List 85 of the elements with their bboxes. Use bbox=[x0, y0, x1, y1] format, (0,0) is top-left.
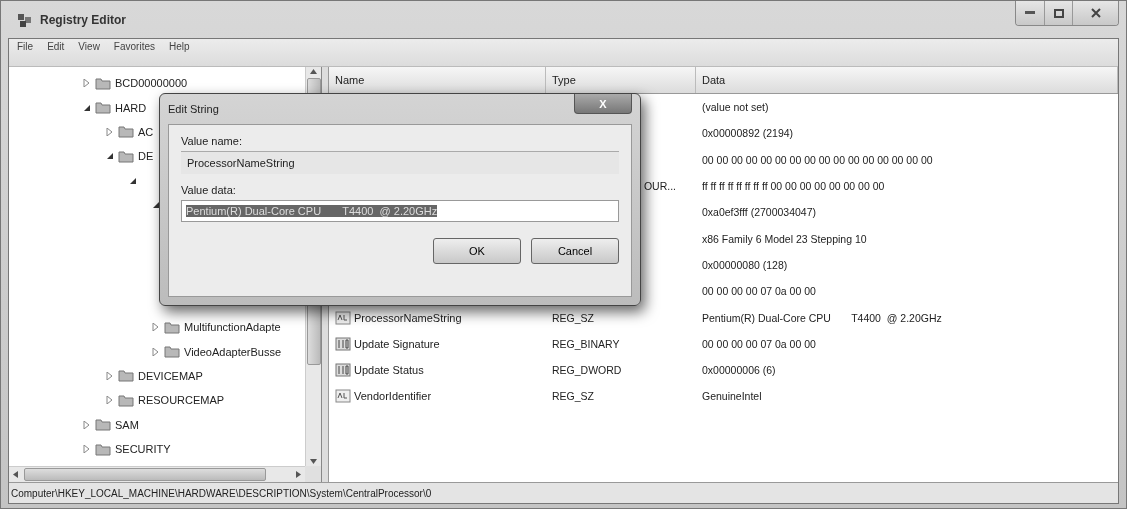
folder-icon bbox=[164, 345, 180, 358]
collapsed-arrow-icon[interactable] bbox=[152, 323, 160, 332]
folder-icon bbox=[95, 418, 111, 432]
tree-item[interactable]: DE bbox=[138, 150, 154, 163]
collapsed-arrow-icon[interactable] bbox=[83, 79, 91, 88]
tree-item[interactable]: MultifunctionAdapte bbox=[184, 321, 281, 334]
minimize-button[interactable] bbox=[1016, 1, 1044, 25]
value-name-field[interactable]: ProcessorNameString bbox=[181, 151, 619, 174]
value-type: REG_SZ bbox=[551, 311, 594, 324]
expanded-arrow-icon[interactable] bbox=[83, 103, 91, 112]
value-type: REG_DWORD bbox=[551, 364, 622, 377]
collapsed-arrow-icon[interactable] bbox=[83, 420, 91, 429]
tree-item[interactable]: SECURITY bbox=[115, 443, 171, 456]
cancel-button[interactable]: Cancel bbox=[531, 238, 619, 264]
value-name[interactable]: ProcessorNameString bbox=[354, 311, 462, 324]
value-name[interactable]: Update Signature bbox=[354, 337, 440, 350]
menu-item[interactable]: View bbox=[78, 41, 100, 52]
expanded-arrow-icon[interactable] bbox=[129, 176, 137, 185]
value-data: 0x00000080 (128) bbox=[701, 258, 788, 271]
tree-item[interactable]: AC bbox=[138, 125, 154, 138]
scroll-right-arrow-icon[interactable] bbox=[296, 471, 301, 478]
expanded-arrow-icon[interactable] bbox=[152, 201, 160, 210]
close-icon bbox=[1090, 8, 1101, 18]
tree-item[interactable]: HARD bbox=[115, 101, 147, 114]
tree-item[interactable]: VideoAdapterBusse bbox=[184, 345, 282, 358]
collapsed-arrow-icon[interactable] bbox=[106, 127, 114, 136]
menu-item[interactable]: Edit bbox=[47, 41, 65, 52]
folder-icon bbox=[118, 125, 134, 139]
ok-button[interactable]: OK bbox=[433, 238, 521, 264]
value-data: x86 Family 6 Model 23 Stepping 10 bbox=[701, 232, 867, 245]
value-type: OUR... bbox=[642, 180, 676, 193]
expanded-arrow-icon[interactable] bbox=[106, 152, 114, 161]
value-name[interactable]: VendorIdentifier bbox=[354, 390, 432, 403]
tree-item[interactable]: RESOURCEMAP bbox=[138, 394, 225, 407]
scroll-left-arrow-icon[interactable] bbox=[13, 471, 18, 478]
key-path: Computer\HKEY_LOCAL_MACHINE\HARDWARE\DESCRIPTION\System\CentralProcessor\0 bbox=[11, 487, 432, 499]
menu-item[interactable]: Help bbox=[169, 41, 190, 52]
collapsed-arrow-icon[interactable] bbox=[106, 396, 114, 405]
value-data: 00 00 00 00 07 0a 00 00 bbox=[701, 285, 816, 298]
value-data-field[interactable]: Pentium(R) Dual-Core CPU T4400 @ 2.20GHz bbox=[181, 200, 619, 222]
folder-icon bbox=[95, 101, 111, 115]
binary-value-icon bbox=[335, 363, 351, 378]
window-title: Registry Editor bbox=[40, 12, 126, 27]
value-data: (value not set) bbox=[701, 101, 769, 114]
string-value-icon bbox=[335, 389, 351, 404]
value-data: 0x00000006 (6) bbox=[701, 364, 776, 377]
binary-value-icon bbox=[335, 336, 351, 351]
collapsed-arrow-icon[interactable] bbox=[106, 371, 114, 380]
folder-icon bbox=[118, 369, 134, 383]
folder-icon bbox=[118, 393, 134, 407]
value-data: 00 00 00 00 07 0a 00 00 bbox=[701, 337, 816, 350]
string-value-icon bbox=[335, 310, 351, 325]
tree-item[interactable]: BCD00000000 bbox=[115, 77, 188, 90]
value-type: REG_BINARY bbox=[551, 337, 620, 350]
value-data: 0xa0ef3fff (2700034047) bbox=[701, 206, 817, 219]
value-data: GenuineIntel bbox=[701, 390, 762, 403]
value-data: 00 00 00 00 00 00 00 00 00 00 00 00 00 00 00 00 bbox=[701, 153, 933, 166]
field-label: Value data: bbox=[181, 184, 237, 196]
scrollbar-thumb[interactable] bbox=[24, 468, 266, 481]
value-type: REG_SZ bbox=[551, 390, 594, 403]
horizontal-scrollbar[interactable] bbox=[9, 466, 305, 482]
folder-icon bbox=[95, 442, 111, 456]
scroll-up-arrow-icon[interactable] bbox=[310, 69, 317, 74]
maximize-icon bbox=[1053, 8, 1064, 18]
close-button[interactable] bbox=[1072, 1, 1118, 25]
folder-icon bbox=[164, 320, 180, 334]
tree-item[interactable]: DEVICEMAP bbox=[138, 369, 203, 382]
value-data: Pentium(R) Dual-Core CPU T4400 @ 2.20GHz bbox=[701, 311, 942, 324]
folder-icon bbox=[118, 149, 134, 163]
collapsed-arrow-icon[interactable] bbox=[83, 445, 91, 454]
value-name[interactable]: Update Status bbox=[354, 364, 424, 377]
menu-item[interactable]: Favorites bbox=[113, 41, 155, 52]
field-label: Value name: bbox=[181, 135, 243, 147]
tree-item[interactable]: SAM bbox=[115, 418, 139, 431]
dialog-title: Edit String bbox=[168, 103, 219, 115]
folder-icon bbox=[95, 76, 111, 90]
collapsed-arrow-icon[interactable] bbox=[152, 347, 160, 356]
menu-item[interactable]: File bbox=[17, 41, 34, 52]
minimize-icon bbox=[1025, 11, 1035, 15]
scroll-down-arrow-icon[interactable] bbox=[310, 459, 317, 464]
value-data: 0x00000892 (2194) bbox=[701, 127, 794, 140]
registry-cubes-icon bbox=[16, 11, 34, 28]
maximize-button[interactable] bbox=[1044, 1, 1072, 25]
value-data: ff ff ff ff ff ff ff ff 00 00 00 00 00 00 00 00 bbox=[701, 180, 885, 193]
column-header[interactable]: Data bbox=[696, 67, 1118, 93]
